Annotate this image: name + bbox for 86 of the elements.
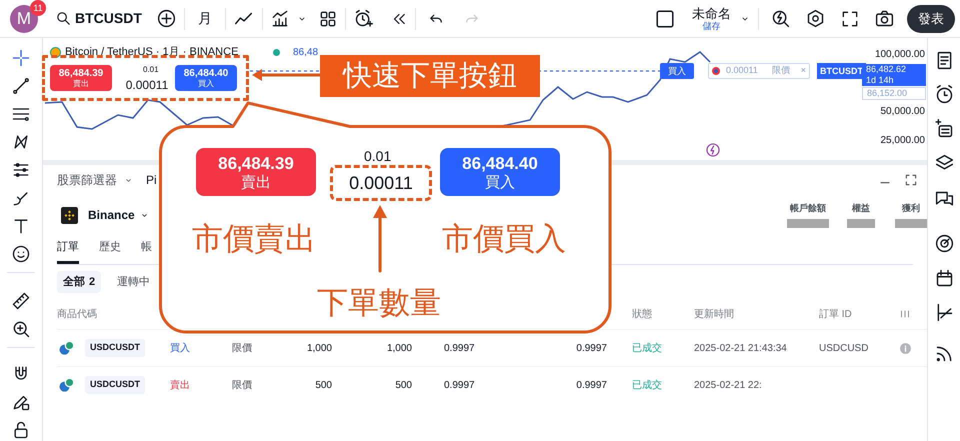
filter-chip[interactable]: 全部 2	[57, 271, 102, 293]
trend-line-icon[interactable]	[11, 76, 31, 96]
price-axis-label: 100,000.00	[874, 48, 925, 62]
bar-chart-icon[interactable]	[270, 8, 290, 28]
order-type: 限價	[232, 342, 253, 356]
price-cell-text: 0.9997	[443, 342, 476, 356]
camera-icon[interactable]	[874, 8, 895, 29]
order-handle-icon[interactable]	[712, 67, 720, 75]
layout-name-button[interactable]: 未命名 儲存	[692, 6, 731, 30]
legend-price: 86,48	[293, 46, 318, 60]
order-side: 買入	[170, 342, 191, 356]
lightning-search-icon[interactable]	[770, 8, 791, 29]
hidden-value	[895, 219, 927, 228]
fullscreen-icon[interactable]	[840, 8, 860, 28]
lightning-icon	[705, 142, 721, 158]
hidden-value	[787, 219, 829, 228]
quantity-cell-text: 1,000	[306, 342, 332, 356]
maximize-icon[interactable]	[903, 172, 919, 188]
hidden-value	[847, 219, 875, 228]
orders-tab[interactable]: 帳	[141, 238, 152, 264]
time-cell-text: 2025-02-21 21:43:34	[694, 342, 788, 356]
quantity-cell-text: 500	[314, 378, 332, 392]
zoom-in-icon[interactable]	[11, 319, 31, 339]
price-axis-label: 25,000.00	[880, 134, 925, 148]
callout-arrow	[250, 66, 322, 84]
quantity-step: 0.01	[364, 146, 392, 167]
annotation-text: 市價賣出	[192, 220, 316, 258]
annotation-text: 下單數量	[317, 284, 441, 322]
settings-icon[interactable]	[805, 8, 826, 29]
panel-tab[interactable]: Pi	[146, 171, 157, 189]
target-icon[interactable]	[934, 233, 954, 254]
order-price-label: 86,152.00	[862, 87, 926, 100]
symbol-chip[interactable]: USDCUSDT	[85, 376, 146, 394]
broker-button[interactable]: Binance	[88, 206, 150, 224]
crosshair-icon[interactable]	[11, 48, 31, 68]
price-axis-label: 50,000.00	[880, 105, 925, 119]
callout-label: 快速下單按鈕	[320, 55, 540, 97]
ruler-icon[interactable]	[11, 291, 31, 311]
plus-circle-icon[interactable]	[156, 8, 177, 29]
order-type: 限價	[232, 378, 253, 392]
quantity-step: 0.01	[143, 64, 159, 76]
annotation-arrow	[372, 203, 388, 273]
square-icon[interactable]	[654, 8, 676, 30]
interval-button[interactable]: 月	[192, 8, 218, 29]
annotation-text: 市價買入	[442, 220, 566, 258]
quantity-field: 0.00011	[330, 165, 432, 201]
symbol-search-button[interactable]: BTCUSDT	[55, 4, 142, 32]
binance-logo-icon	[61, 206, 78, 224]
avg-price-cell-text: 0.9997	[575, 378, 607, 392]
orders-tab[interactable]: 歷史	[99, 238, 121, 264]
symbol-tag: BTCUSDT	[817, 63, 866, 79]
column-header: 更新時間	[694, 308, 735, 322]
grid-icon[interactable]	[318, 8, 338, 28]
last-price-label: 86,482.62 1d 14h	[862, 64, 926, 86]
column-header: 狀態	[631, 308, 653, 322]
account-label: 帳戶餘額	[790, 202, 826, 215]
coin-icon	[50, 46, 61, 58]
status-cell-text: 已成交	[631, 378, 663, 392]
account-label: 權益	[852, 202, 870, 215]
status-cell-text: 已成交	[631, 342, 663, 356]
chart-legend: Bitcoin / TetherUS · 1月 · BINANCE	[65, 44, 238, 60]
column-header: 商品代碼	[57, 308, 98, 322]
order-side: 賣出	[170, 378, 191, 392]
price-cell-text: 0.9997	[443, 378, 476, 392]
filled-cell-text: 500	[394, 378, 412, 392]
symbol-chip[interactable]: USDCUSDT	[85, 339, 146, 357]
sell-button[interactable]: 86,484.39 賣出	[50, 65, 112, 91]
filled-cell-text: 1,000	[386, 342, 412, 356]
publish-button[interactable]: 發表	[907, 4, 955, 32]
order-side-tag[interactable]: 買入	[660, 63, 694, 79]
avg-price-cell-text: 0.9997	[575, 342, 607, 356]
buy-button[interactable]: 86,484.40 買入	[175, 65, 237, 91]
quantity-field[interactable]: 0.00011	[123, 76, 171, 94]
account-label: 獲利	[902, 202, 920, 215]
sliders-icon[interactable]	[11, 160, 31, 180]
column-header: 訂單 ID	[819, 308, 853, 322]
columns-icon[interactable]	[899, 308, 911, 320]
orders-tab[interactable]: 訂單	[57, 238, 79, 264]
order-id-cell-text: USDCUSD	[819, 342, 870, 356]
search-icon[interactable]	[55, 10, 72, 27]
time-cell-text: 2025-02-21 22:	[694, 378, 763, 392]
add-list-icon[interactable]	[934, 118, 954, 139]
screener-tab[interactable]: 股票篩選器	[57, 171, 117, 189]
notification-badge: 11	[30, 0, 46, 16]
smiley-icon[interactable]	[11, 244, 31, 264]
filter-chip[interactable]: 運轉中	[111, 271, 156, 293]
